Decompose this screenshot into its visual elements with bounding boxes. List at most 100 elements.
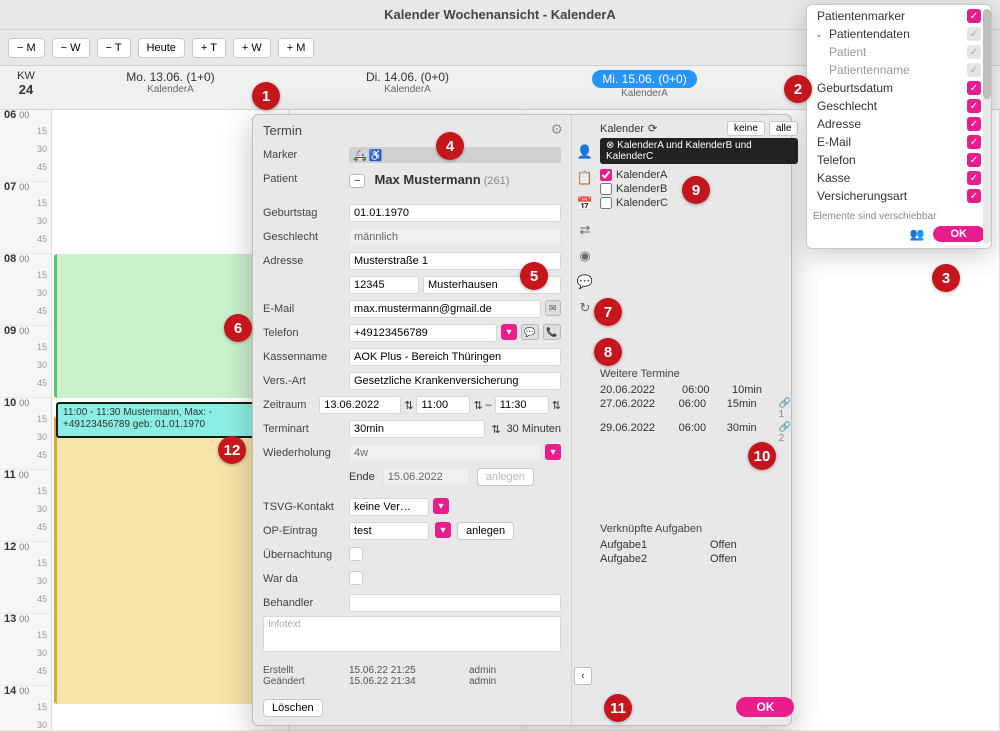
label-period: Zeitraum [263, 399, 319, 411]
nav-today[interactable]: Heute [138, 38, 185, 58]
cc-ok-button[interactable]: OK [933, 226, 986, 242]
tsvg-select[interactable] [349, 498, 429, 516]
cc-row[interactable]: Telefon✓ [811, 151, 987, 169]
dob-input[interactable] [349, 204, 561, 222]
cc-row[interactable]: Patientenmarker✓ [811, 7, 987, 25]
annotation-badge-11: 11 [604, 694, 632, 722]
annotation-badge-8: 8 [594, 338, 622, 366]
task-row[interactable]: Aufgabe2Offen [600, 552, 798, 566]
appt-row[interactable]: 29.06.202206:0030min🔗 2 [600, 421, 798, 445]
overnight-checkbox[interactable] [349, 547, 363, 561]
annotation-badge-9: 9 [682, 176, 710, 204]
label-insurance: Kassenname [263, 351, 349, 363]
annotation-badge-6: 6 [224, 314, 252, 342]
repeat-select-icon[interactable]: ▾ [545, 444, 561, 460]
attended-checkbox[interactable] [349, 571, 363, 585]
refresh-icon[interactable]: ⟳ [648, 122, 657, 135]
contact-card-icon[interactable]: 👥 [910, 227, 925, 241]
week-number: KW 24 [0, 66, 52, 109]
label-dob: Geburtstag [263, 207, 349, 219]
cc-row[interactable]: Patientenname✓ [811, 61, 987, 79]
filter-all-button[interactable]: alle [769, 121, 799, 136]
gender-select[interactable]: männlich [349, 228, 561, 246]
day-header-tue[interactable]: Di. 14.06. (0+0)KalenderA [289, 66, 526, 109]
annotation-badge-4: 4 [436, 132, 464, 160]
label-practitioner: Behandler [263, 597, 349, 609]
collapse-panel-button[interactable]: ‹ [574, 667, 592, 685]
clipboard-icon[interactable]: 📋 [576, 169, 594, 187]
nav-minus-month[interactable]: − M [8, 38, 45, 58]
link-icon: 🔗 1 [779, 398, 799, 420]
linked-tasks-header: Verknüpfte Aufgaben [600, 523, 798, 535]
op-dropdown-icon[interactable]: ▾ [435, 522, 451, 538]
zip-input[interactable] [349, 276, 419, 294]
label-tsvg: TSVG-Kontakt [263, 501, 349, 513]
time-to-input[interactable] [495, 396, 549, 414]
practitioner-input[interactable] [349, 594, 561, 612]
settings-icon[interactable]: ⇄ [576, 221, 594, 239]
cc-row[interactable]: Patient✓ [811, 43, 987, 61]
day-header-wed[interactable]: Mi. 15.06. (0+0)KalenderA [526, 66, 763, 109]
call-icon[interactable]: 📞 [543, 324, 561, 340]
calendar-icon[interactable]: 📅 [576, 195, 594, 213]
nav-plus-day[interactable]: + T [192, 38, 226, 58]
repeat-input[interactable]: 4w [349, 444, 541, 462]
cc-row[interactable]: E-Mail✓ [811, 133, 987, 151]
person-icon[interactable]: 👤 [576, 143, 594, 161]
calendar-filter-header: Kalender ⟳ keine alle [600, 121, 798, 136]
cc-row[interactable]: Geburtsdatum✓ [811, 79, 987, 97]
label-email: E-Mail [263, 303, 349, 315]
mail-icon[interactable]: ✉ [545, 300, 561, 316]
cc-row[interactable]: Adresse✓ [811, 115, 987, 133]
appttype-select[interactable] [349, 420, 485, 438]
duration-label: 30 Minuten [507, 423, 561, 435]
label-gender: Geschlecht [263, 231, 349, 243]
event-selected[interactable]: 11:00 - 11:30 Mustermann, Max: - +491234… [56, 402, 284, 438]
label-marker: Marker [263, 149, 349, 161]
repeat-end-input[interactable]: 15.06.2022 [383, 468, 469, 486]
delete-button[interactable]: Löschen [263, 699, 323, 717]
task-row[interactable]: Aufgabe1Offen [600, 538, 798, 552]
appt-row[interactable]: 27.06.202206:0015min🔗 1 [600, 397, 798, 421]
cc-row[interactable]: Kasse✓ [811, 169, 987, 187]
ok-button[interactable]: OK [736, 697, 794, 717]
phone-input[interactable] [349, 324, 497, 342]
chevron-down-icon[interactable]: ⌄ [815, 29, 823, 40]
gear-icon[interactable]: ⚙ [550, 121, 563, 138]
cc-row[interactable]: ⌄Patientendaten✓ [811, 25, 987, 43]
appointment-dialog: Termin ⚙ Marker 🚑♿ Patient − Max Musterm… [252, 114, 792, 726]
history-icon[interactable]: ↻ [576, 299, 594, 317]
label-repeat: Wiederholung [263, 447, 349, 459]
patient-name[interactable]: Max Mustermann [375, 172, 481, 187]
chat-icon[interactable]: 💬 [576, 273, 594, 291]
date-input[interactable] [319, 396, 401, 414]
dialog-title: Termin [263, 121, 561, 144]
label-overnight: Übernachtung [263, 549, 349, 561]
email-input[interactable] [349, 300, 541, 318]
time-from-input[interactable] [416, 396, 470, 414]
patient-count: (261) [484, 175, 510, 187]
op-select[interactable] [349, 522, 429, 540]
phone-type-select[interactable]: ▾ [501, 324, 517, 340]
scrollbar[interactable] [983, 9, 991, 244]
cc-row[interactable]: Geschlecht✓ [811, 97, 987, 115]
op-create-button[interactable]: anlegen [457, 522, 514, 540]
cc-row[interactable]: Versicherungsart✓ [811, 187, 987, 205]
nav-minus-day[interactable]: − T [97, 38, 131, 58]
dot-icon[interactable]: ◉ [576, 247, 594, 265]
linked-tasks-list: Aufgabe1Offen Aufgabe2Offen [600, 538, 798, 566]
insurancetype-input[interactable] [349, 372, 561, 390]
insurance-input[interactable] [349, 348, 561, 366]
nav-plus-month[interactable]: + M [278, 38, 315, 58]
patient-remove-button[interactable]: − [349, 174, 365, 188]
appt-row[interactable]: 20.06.202206:0010min [600, 383, 798, 397]
label-address: Adresse [263, 255, 349, 267]
tsvg-dropdown-icon[interactable]: ▾ [433, 498, 449, 514]
ambulance-icon: 🚑 [353, 149, 367, 162]
infotext-textarea[interactable]: Infotext [263, 616, 561, 652]
repeat-create-button[interactable]: anlegen [477, 468, 534, 486]
sms-icon[interactable]: 💬 [521, 324, 539, 340]
nav-minus-week[interactable]: − W [52, 38, 90, 58]
filter-none-button[interactable]: keine [727, 121, 765, 136]
nav-plus-week[interactable]: + W [233, 38, 271, 58]
